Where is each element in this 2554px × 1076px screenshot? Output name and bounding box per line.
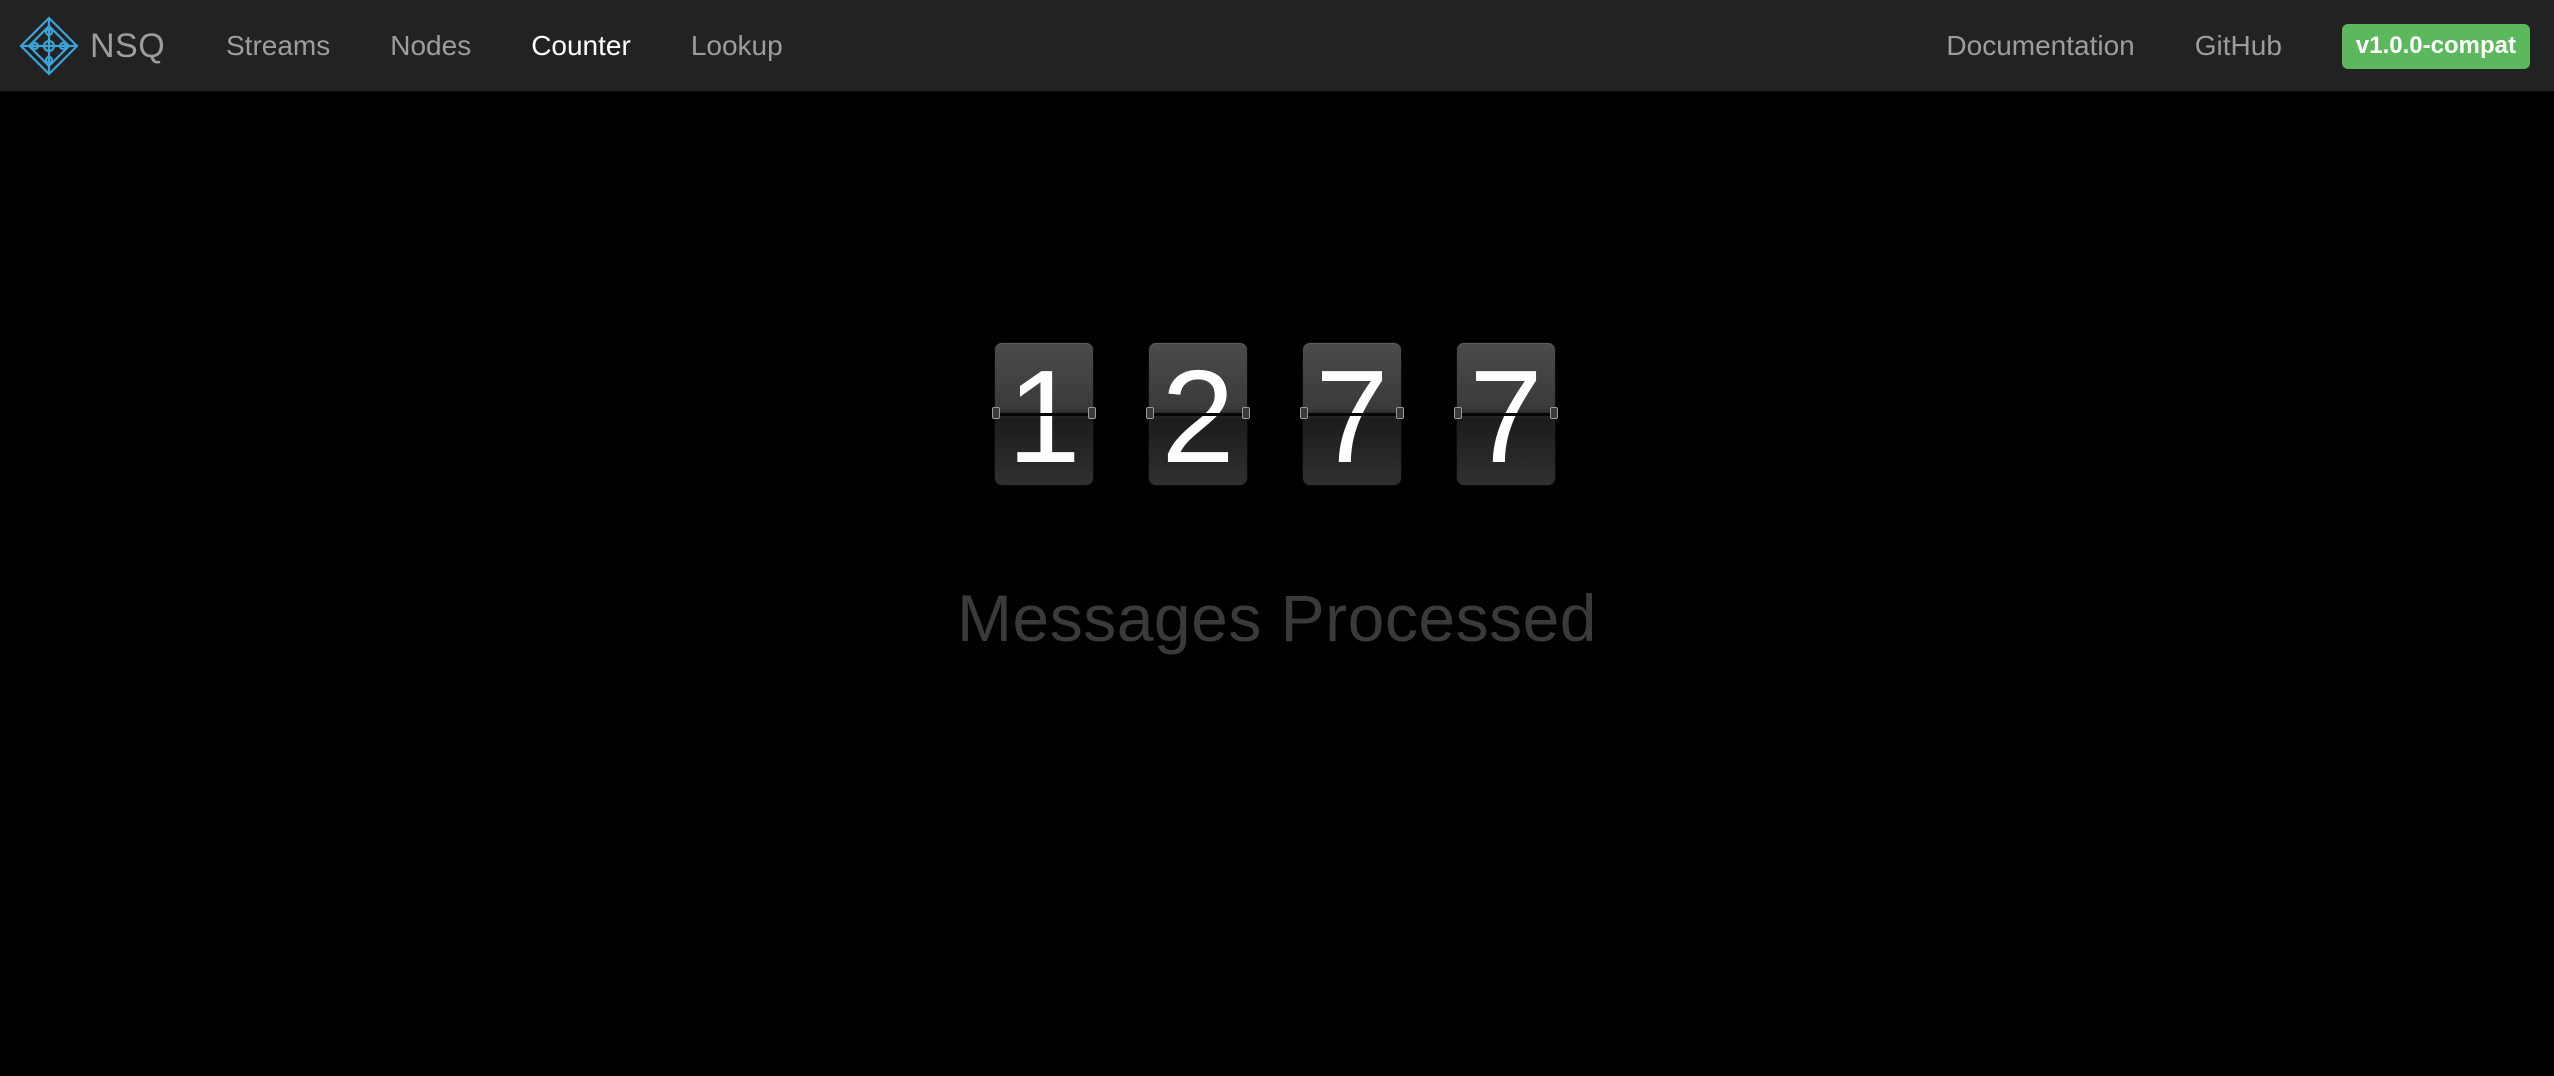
nav-nodes[interactable]: Nodes <box>360 30 501 62</box>
counter-digit-value: 2 <box>1161 343 1235 490</box>
counter-digit: 7 <box>1300 342 1404 490</box>
counter-digit: 7 <box>1454 342 1558 490</box>
flip-hinge <box>1550 407 1558 419</box>
nav-counter[interactable]: Counter <box>501 30 661 62</box>
main-nav: Streams Nodes Counter Lookup <box>196 0 813 92</box>
brand-title: NSQ <box>90 26 166 65</box>
counter-digit: 2 <box>1146 342 1250 490</box>
nav-streams[interactable]: Streams <box>196 30 360 62</box>
flip-hinge <box>1088 407 1096 419</box>
counter-digit: 1 <box>992 342 1096 490</box>
flip-split-line <box>1457 413 1555 416</box>
flip-split-line <box>1149 413 1247 416</box>
message-counter: 1 2 7 7 <box>992 342 1558 490</box>
nav-lookup[interactable]: Lookup <box>661 30 813 62</box>
flip-hinge <box>992 407 1000 419</box>
nsq-logo-icon <box>19 16 79 76</box>
flip-hinge <box>1242 407 1250 419</box>
flip-hinge <box>1300 407 1308 419</box>
counter-digit-value: 7 <box>1469 343 1543 490</box>
nav-github[interactable]: GitHub <box>2165 30 2312 62</box>
nav-documentation[interactable]: Documentation <box>1916 30 2164 62</box>
secondary-nav: Documentation GitHub v1.0.0-compat <box>1916 0 2554 92</box>
flip-hinge <box>1396 407 1404 419</box>
counter-caption: Messages Processed <box>957 581 1597 655</box>
flip-hinge <box>1146 407 1154 419</box>
top-navbar: NSQ Streams Nodes Counter Lookup Documen… <box>0 0 2554 92</box>
counter-digit-value: 1 <box>1007 343 1081 490</box>
flip-hinge <box>1454 407 1462 419</box>
counter-digit-value: 7 <box>1315 343 1389 490</box>
brand-link[interactable]: NSQ <box>18 12 165 80</box>
flip-split-line <box>1303 413 1401 416</box>
flip-split-line <box>995 413 1093 416</box>
version-badge[interactable]: v1.0.0-compat <box>2341 23 2530 69</box>
